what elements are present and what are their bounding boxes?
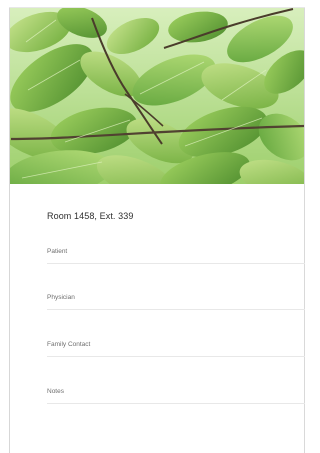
patient-label: Patient: [47, 248, 68, 255]
physician-field[interactable]: Physician: [47, 294, 305, 310]
family-contact-label: Family Contact: [47, 341, 91, 348]
patient-field[interactable]: Patient: [47, 248, 305, 264]
screen-edge-right: [304, 8, 305, 453]
family-contact-field[interactable]: Family Contact: [47, 341, 305, 357]
room-extension-title: Room 1458, Ext. 339: [47, 211, 134, 221]
header-image: [10, 8, 304, 184]
notes-label: Notes: [47, 388, 64, 395]
notes-field[interactable]: Notes: [47, 388, 305, 404]
leaf-canopy-image: [10, 8, 304, 184]
physician-label: Physician: [47, 294, 75, 301]
app-screen: Room 1458, Ext. 339 Patient Physician Fa…: [0, 0, 305, 453]
